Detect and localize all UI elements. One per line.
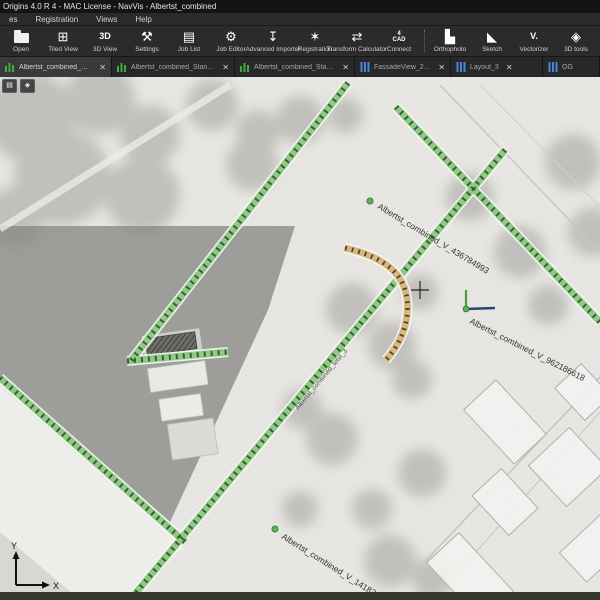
menu-item-registration[interactable]: Registration	[26, 13, 87, 26]
orthophoto-icon: ▙	[445, 28, 455, 45]
advanced-importer-button[interactable]: ↧ Advanced Importer	[252, 26, 294, 56]
title-bar: Origins 4.0 R 4 - MAC License - NavVis -…	[0, 0, 600, 13]
open-button[interactable]: Open	[0, 26, 42, 56]
close-icon[interactable]: ✕	[506, 63, 513, 72]
map-canvas: Albertst_combined_V_436784993 Albertst_c…	[0, 77, 600, 600]
point-cloud-viewport[interactable]: ▤ ◈	[0, 77, 600, 600]
cube-icon: ◈	[571, 28, 581, 45]
gear-icon: ⚙	[225, 28, 237, 45]
tab-og[interactable]: OG	[543, 57, 600, 77]
pointcloud-grain	[0, 77, 600, 600]
menu-item[interactable]: es	[0, 13, 26, 26]
3d-view-icon: 3D	[99, 28, 111, 45]
tools-icon: ⚒	[141, 28, 153, 45]
tiled-view-icon: ⊞	[58, 28, 69, 45]
toolbar-separator	[424, 30, 425, 52]
menu-item-help[interactable]: Help	[126, 13, 160, 26]
transform-icon: ⇄	[352, 28, 363, 45]
job-list-button[interactable]: ▤ Job List	[168, 26, 210, 56]
status-bar	[0, 592, 600, 600]
cad-connect-icon: 4CAD	[393, 28, 406, 45]
tab-layout-3[interactable]: Layout_3 ✕	[451, 57, 543, 77]
job-list-icon: ▤	[183, 28, 195, 45]
axis-x-label: X	[53, 581, 59, 591]
sketch-button[interactable]: ◣ Sketch	[471, 26, 513, 56]
window-title: Origins 4.0 R 4 - MAC License - NavVis -…	[3, 2, 216, 11]
tab-standard-left[interactable]: Albertst_combined_Standard_Left ✕	[235, 57, 355, 77]
connect-button[interactable]: 4CAD Connect	[378, 26, 420, 56]
folder-icon	[14, 28, 29, 45]
close-icon[interactable]: ✕	[222, 63, 229, 72]
layers-button[interactable]: ▤	[2, 79, 17, 93]
transform-calculator-button[interactable]: ⇄ Transform Calculator	[336, 26, 378, 56]
sketch-icon: ◣	[487, 28, 497, 45]
3d-view-button[interactable]: 3D 3D View	[84, 26, 126, 56]
tiled-view-button[interactable]: ⊞ Tiled View	[42, 26, 84, 56]
axis-y-label: Y	[11, 541, 17, 551]
settings-button[interactable]: ⚒ Settings	[126, 26, 168, 56]
orthophoto-view-icon	[5, 62, 15, 72]
close-icon[interactable]: ✕	[342, 63, 349, 72]
orthophoto-view-icon	[240, 62, 250, 72]
registration-icon: ✶	[310, 28, 321, 45]
import-icon: ↧	[268, 28, 279, 45]
menu-item-views[interactable]: Views	[87, 13, 126, 26]
tab-standard-front[interactable]: Albertst_combined_Standard_Front ✕	[112, 57, 235, 77]
3d-tools-button[interactable]: ◈ 3D tools	[555, 26, 597, 56]
layout-view-icon	[456, 62, 466, 72]
tab-standard-top[interactable]: Albertst_combined_Standard_Top ✕	[0, 57, 112, 77]
close-icon[interactable]: ✕	[438, 63, 445, 72]
orthophoto-view-icon	[117, 62, 127, 72]
tab-fassadeview[interactable]: FassadeView_2_1 ✕	[355, 57, 451, 77]
orthophoto-button[interactable]: ▙ Orthophoto	[429, 26, 471, 56]
layout-view-icon	[360, 62, 370, 72]
view-tab-bar: Albertst_combined_Standard_Top ✕ Alberts…	[0, 57, 600, 77]
view-mode-button[interactable]: ◈	[20, 79, 35, 93]
menu-bar: es Registration Views Help	[0, 13, 600, 26]
close-icon[interactable]: ✕	[99, 63, 106, 72]
vectorizer-icon: V.	[530, 28, 538, 45]
layout-view-icon	[548, 62, 558, 72]
application-window: Origins 4.0 R 4 - MAC License - NavVis -…	[0, 0, 600, 600]
main-toolbar: Open ⊞ Tiled View 3D 3D View ⚒ Settings …	[0, 26, 600, 57]
vectorizer-button[interactable]: V. Vectorizer	[513, 26, 555, 56]
